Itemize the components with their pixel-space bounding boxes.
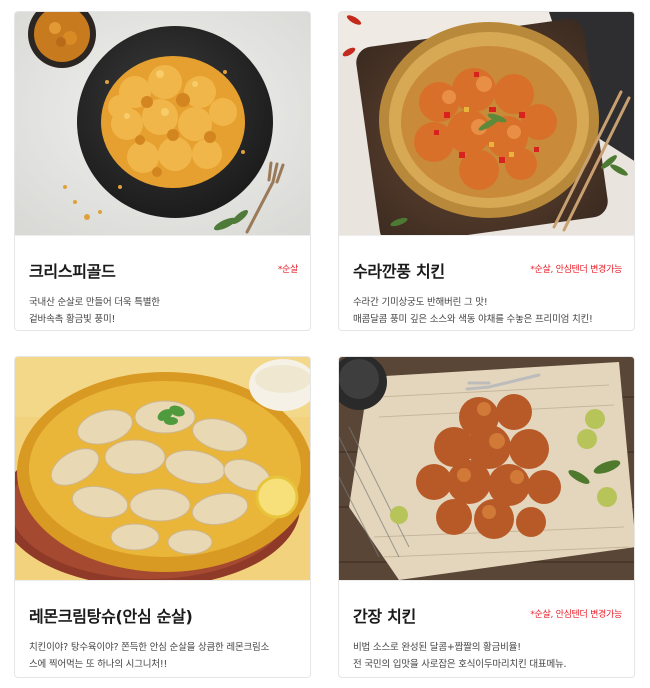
menu-card-lemon-cream-tangsu[interactable]: 레몬크림탕슈(안심 순살) 치킨이야? 탕수육이야? 쫀득한 안심 순살을 상큼… (14, 356, 311, 678)
description-line: 국내산 순살로 만들어 더욱 특별한 (29, 297, 160, 308)
description-line: 치킨이야? 탕수육이야? 쫀득한 안심 순살을 상큼한 레몬크림소 (29, 642, 270, 653)
crispy-gold-chicken-image (15, 12, 310, 235)
menu-option-tag: *순살, 안심텐더 변경가능 (530, 610, 622, 620)
soy-sauce-chicken-image (339, 357, 634, 580)
menu-grid: 크리스피골드 *순살 국내산 순살로 만들어 더욱 특별한 겉바속촉 황금빛 풍… (0, 0, 650, 688)
description-line: 수라간 기미상궁도 반해버린 그 맛! (353, 297, 488, 308)
menu-name[interactable]: 크리스피골드 (29, 258, 116, 282)
menu-name[interactable]: 간장 치킨 (353, 603, 416, 627)
menu-description: 국내산 순살로 만들어 더욱 특별한 겉바속촉 황금빛 풍미! (29, 294, 298, 328)
kkanpung-chicken-image (339, 12, 634, 235)
description-line: 전 국민의 입맛을 사로잡은 호식이두마리치킨 대표메뉴. (353, 659, 567, 670)
menu-name[interactable]: 수라깐풍 치킨 (353, 258, 445, 282)
menu-photo-lemon-cream-tangsu[interactable] (15, 357, 310, 581)
menu-description: 수라간 기미상궁도 반해버린 그 맛! 매콤달콤 풍미 깊은 소스와 색동 야채… (353, 294, 622, 328)
description-line: 겉바속촉 황금빛 풍미! (29, 314, 116, 325)
menu-photo-crispy-gold[interactable] (15, 12, 310, 236)
menu-name[interactable]: 레몬크림탕슈(안심 순살) (29, 603, 193, 627)
menu-card-crispy-gold[interactable]: 크리스피골드 *순살 국내산 순살로 만들어 더욱 특별한 겉바속촉 황금빛 풍… (14, 11, 311, 331)
description-line: 비법 소스로 완성된 달콤+짭짤의 황금비율! (353, 642, 521, 653)
menu-description: 비법 소스로 완성된 달콤+짭짤의 황금비율! 전 국민의 입맛을 사로잡은 호… (353, 639, 622, 673)
lemon-cream-tangsu-image (15, 357, 310, 580)
menu-option-tag: *순살 (277, 265, 298, 275)
menu-option-tag: *순살, 안심텐더 변경가능 (530, 265, 622, 275)
description-line: 매콤달콤 풍미 깊은 소스와 색동 야채를 수놓은 프리미엄 치킨! (353, 314, 593, 325)
menu-card-sura-kkanpung[interactable]: 수라깐풍 치킨 *순살, 안심텐더 변경가능 수라간 기미상궁도 반해버린 그 … (338, 11, 635, 331)
menu-photo-sura-kkanpung[interactable] (339, 12, 634, 236)
menu-photo-soy-sauce-chicken[interactable] (339, 357, 634, 581)
menu-card-soy-sauce-chicken[interactable]: 간장 치킨 *순살, 안심텐더 변경가능 비법 소스로 완성된 달콤+짭짤의 황… (338, 356, 635, 678)
description-line: 스에 찍어먹는 또 하나의 시그니처!! (29, 659, 168, 670)
menu-description: 치킨이야? 탕수육이야? 쫀득한 안심 순살을 상큼한 레몬크림소 스에 찍어먹… (29, 639, 298, 673)
